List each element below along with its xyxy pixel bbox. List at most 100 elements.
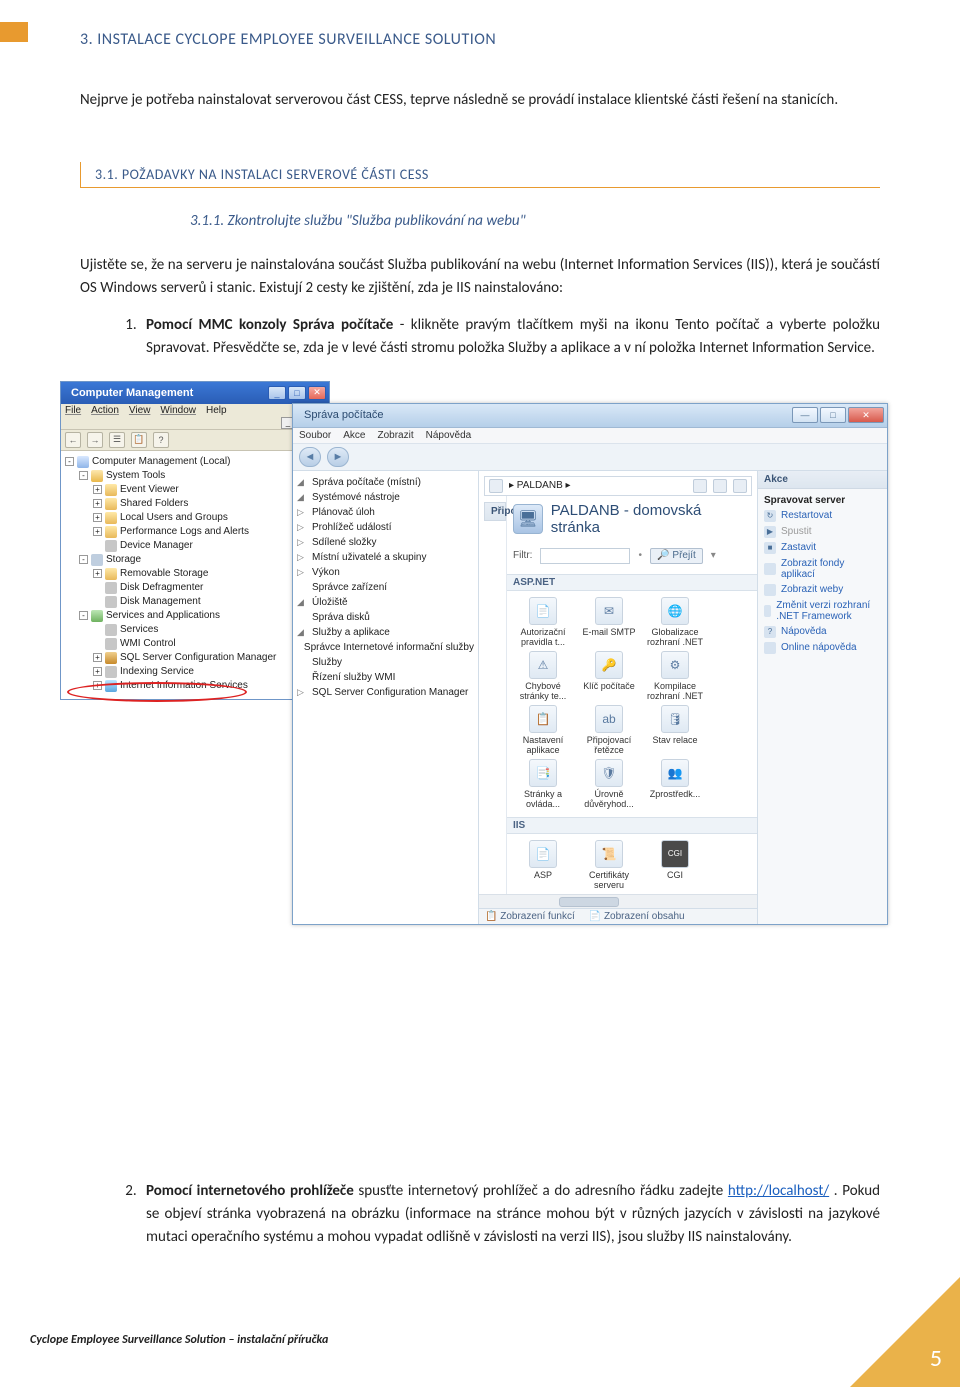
action-link[interactable]: Zobrazit fondy aplikací: [758, 556, 887, 582]
expand-toggle[interactable]: -: [79, 471, 88, 480]
expand-toggle[interactable]: +: [93, 513, 102, 522]
tree-node[interactable]: Disk Defragmenter: [65, 581, 325, 595]
tree-node[interactable]: +Event Viewer: [65, 483, 325, 497]
breadcrumb-tool-icon[interactable]: [713, 479, 727, 493]
tree-node[interactable]: Device Manager: [65, 539, 325, 553]
tree-node[interactable]: -Computer Management (Local): [65, 455, 325, 469]
tree-node[interactable]: Řízení služby WMI: [297, 670, 474, 685]
feature-icon[interactable]: 📄Autorizační pravidla t...: [513, 597, 573, 647]
tree-node[interactable]: Správa disků: [297, 610, 474, 625]
expand-toggle[interactable]: -: [79, 611, 88, 620]
tree-node[interactable]: ▷Výkon: [297, 565, 474, 580]
tree-node[interactable]: -Services and Applications: [65, 609, 325, 623]
tree-node[interactable]: Services: [65, 623, 325, 637]
forward-icon[interactable]: →: [87, 432, 103, 448]
tree-node[interactable]: Disk Management: [65, 595, 325, 609]
tree-node[interactable]: +Local Users and Groups: [65, 511, 325, 525]
menu-item[interactable]: File: [65, 405, 81, 416]
action-link[interactable]: ↻Restartovat: [758, 508, 887, 524]
view-features[interactable]: Zobrazení funkcí: [500, 911, 574, 922]
back-button[interactable]: ◄: [299, 447, 321, 467]
feature-icon[interactable]: 🛢Stav relace: [645, 705, 705, 755]
feature-icon[interactable]: 🔑Klíč počítače: [579, 651, 639, 701]
forward-button[interactable]: ►: [327, 447, 349, 467]
feature-icon[interactable]: abPřipojovací řetězce: [579, 705, 639, 755]
tree-node[interactable]: ▷Plánovač úloh: [297, 505, 474, 520]
refresh-icon[interactable]: 📋: [131, 432, 147, 448]
breadcrumb[interactable]: ▸ PALDANB ▸: [484, 476, 752, 496]
tree-node[interactable]: -Storage: [65, 553, 325, 567]
menu-item[interactable]: Soubor: [299, 430, 331, 441]
horizontal-scrollbar[interactable]: [479, 894, 757, 908]
tree-node[interactable]: ▷Místní uživatelé a skupiny: [297, 550, 474, 565]
expand-toggle[interactable]: +: [93, 569, 102, 578]
tree-node[interactable]: Správce Internetové informační služby: [297, 640, 474, 655]
action-link[interactable]: ?Nápověda: [758, 624, 887, 640]
menu-item[interactable]: Window: [160, 405, 196, 416]
feature-icon[interactable]: 📜Certifikáty serveru: [579, 840, 639, 890]
minimize-button[interactable]: —: [792, 407, 818, 423]
back-icon[interactable]: ←: [65, 432, 81, 448]
tree-node[interactable]: Správce zařízení: [297, 580, 474, 595]
menubar[interactable]: File Action View Window Help: [61, 404, 329, 417]
menu-item[interactable]: Help: [206, 405, 227, 416]
menubar[interactable]: Soubor Akce Zobrazit Nápověda: [293, 428, 887, 444]
chevron-icon[interactable]: ◢: [297, 490, 306, 505]
chevron-icon[interactable]: ▷: [297, 565, 306, 580]
feature-icon[interactable]: 🛡Úrovně důvěryhod...: [579, 759, 639, 809]
feature-icon[interactable]: ⚠Chybové stránky te...: [513, 651, 573, 701]
expand-toggle[interactable]: +: [93, 485, 102, 494]
tree-node[interactable]: +Shared Folders: [65, 497, 325, 511]
tree-node[interactable]: -System Tools: [65, 469, 325, 483]
expand-toggle[interactable]: +: [93, 667, 102, 676]
chevron-icon[interactable]: ▷: [297, 505, 306, 520]
tree-node[interactable]: +Indexing Service: [65, 665, 325, 679]
tree-node[interactable]: ◢Služby a aplikace: [297, 625, 474, 640]
minimize-button[interactable]: _: [268, 386, 286, 400]
menu-item[interactable]: Action: [91, 405, 119, 416]
go-button[interactable]: 🔎Přejít: [650, 548, 703, 564]
expand-toggle[interactable]: +: [93, 527, 102, 536]
chevron-icon[interactable]: ▷: [297, 550, 306, 565]
feature-icon[interactable]: CGICGI: [645, 840, 705, 890]
chevron-icon[interactable]: ◢: [297, 595, 306, 610]
tree-node[interactable]: +Performance Logs and Alerts: [65, 525, 325, 539]
filter-input[interactable]: [540, 548, 630, 564]
connection-item[interactable]: [479, 521, 506, 527]
menu-item[interactable]: Akce: [343, 430, 365, 441]
tree-node[interactable]: ▷Sdílené složky: [297, 535, 474, 550]
tree-view[interactable]: -Computer Management (Local)-System Tool…: [61, 451, 329, 699]
close-button[interactable]: ✕: [308, 386, 326, 400]
breadcrumb-tool-icon[interactable]: [693, 479, 707, 493]
chevron-icon[interactable]: ◢: [297, 475, 306, 490]
maximize-button[interactable]: □: [288, 386, 306, 400]
tree-node[interactable]: +SQL Server Configuration Manager: [65, 651, 325, 665]
feature-icon[interactable]: ✉E-mail SMTP: [579, 597, 639, 647]
action-link[interactable]: Zobrazit weby: [758, 582, 887, 598]
chevron-icon[interactable]: ▷: [297, 520, 306, 535]
tree-node[interactable]: ▷SQL Server Configuration Manager: [297, 685, 474, 700]
tree-node[interactable]: ◢Systémové nástroje: [297, 490, 474, 505]
help-icon[interactable]: ?: [153, 432, 169, 448]
menu-item[interactable]: Nápověda: [426, 430, 472, 441]
tree-node[interactable]: ◢Správa počítače (místní): [297, 475, 474, 490]
tree-node[interactable]: ◢Úložiště: [297, 595, 474, 610]
chevron-icon[interactable]: ◢: [297, 625, 306, 640]
action-link[interactable]: Online nápověda: [758, 640, 887, 656]
left-tree-panel[interactable]: ◢Správa počítače (místní)◢Systémové nást…: [293, 471, 479, 924]
breadcrumb-help-icon[interactable]: [733, 479, 747, 493]
action-link[interactable]: Změnit verzi rozhraní .NET Framework: [758, 598, 887, 624]
maximize-button[interactable]: □: [820, 407, 846, 423]
view-switcher[interactable]: 📋 Zobrazení funkcí 📄 Zobrazení obsahu: [479, 908, 757, 924]
feature-icon[interactable]: 👥Zprostředk...: [645, 759, 705, 809]
expand-toggle[interactable]: -: [65, 457, 74, 466]
feature-icon[interactable]: ⚙Kompilace rozhraní .NET: [645, 651, 705, 701]
chevron-icon[interactable]: ▷: [297, 685, 306, 700]
expand-toggle[interactable]: -: [79, 555, 88, 564]
menu-item[interactable]: View: [129, 405, 151, 416]
titlebar[interactable]: Správa počítače — □ ✕: [293, 404, 887, 428]
feature-icon[interactable]: 📑Stránky a ovláda...: [513, 759, 573, 809]
tree-node[interactable]: Služby: [297, 655, 474, 670]
menu-item[interactable]: Zobrazit: [377, 430, 413, 441]
localhost-link[interactable]: http://localhost/: [728, 1182, 829, 1200]
